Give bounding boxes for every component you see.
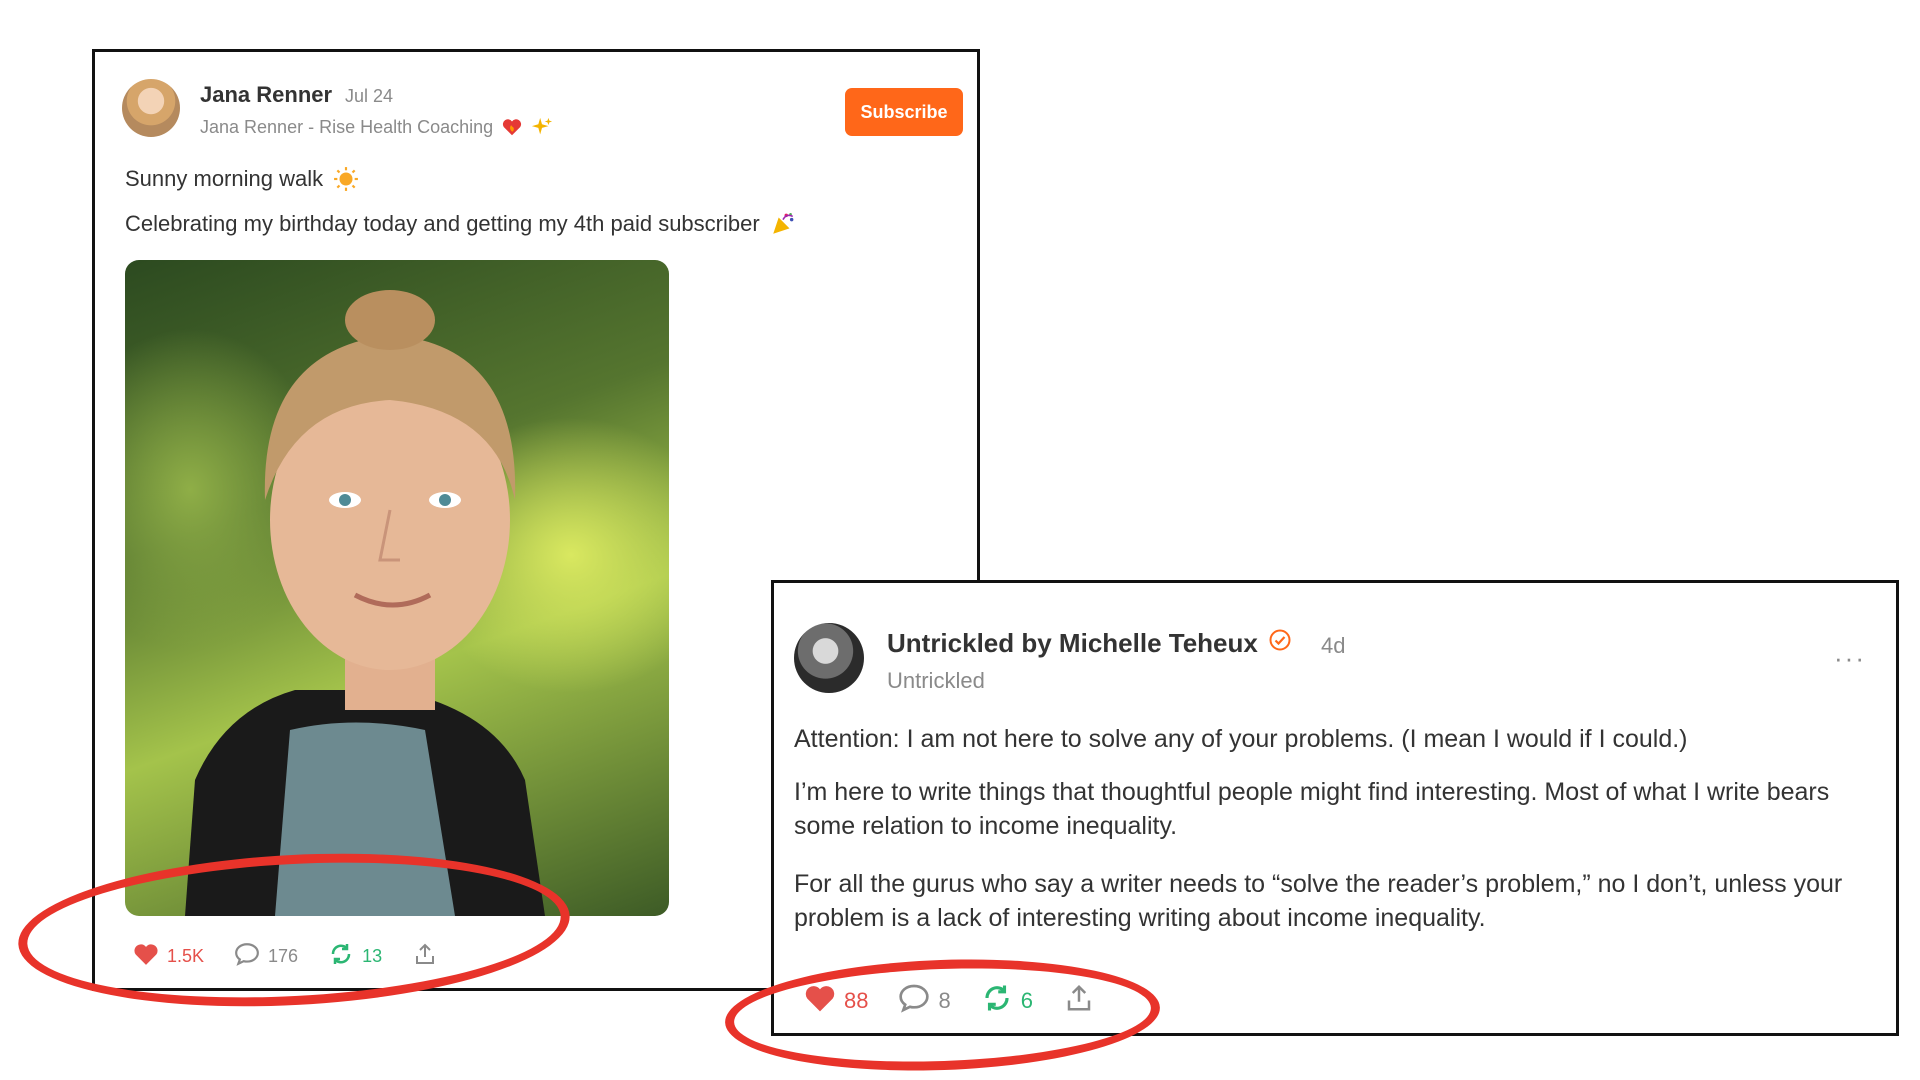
post-photo[interactable] [125, 260, 669, 916]
sun-icon [333, 166, 359, 192]
verified-icon [1268, 628, 1292, 659]
avatar[interactable] [794, 623, 864, 693]
more-options-button[interactable]: ··· [1834, 643, 1866, 674]
post-date[interactable]: Jul 24 [345, 86, 393, 107]
post-paragraph-2: I’m here to write things that thoughtful… [794, 778, 1830, 840]
author-name-row: Untrickled by Michelle Teheux [887, 628, 1292, 659]
publication-name: Untrickled [887, 668, 985, 693]
post-paragraph-1: Attention: I am not here to solve any of… [794, 725, 1688, 753]
publication-name: Jana Renner - Rise Health Coaching [200, 116, 553, 138]
sparkles-icon [531, 116, 553, 138]
post-paragraph-3: For all the gurus who say a writer needs… [794, 870, 1843, 932]
heart-fire-icon [501, 116, 523, 138]
post-text-line-2: Celebrating my birthday today and gettin… [125, 210, 796, 239]
subscribe-button[interactable]: Subscribe [845, 88, 963, 136]
author-name[interactable]: Jana Renner [200, 82, 332, 108]
party-icon [770, 211, 796, 237]
publication-label: Jana Renner - Rise Health Coaching [200, 116, 494, 137]
post-text: Celebrating my birthday today and gettin… [125, 211, 760, 236]
post-text: Sunny morning walk [125, 166, 324, 191]
post-date[interactable]: 4d [1321, 633, 1345, 659]
post-text-line-1: Sunny morning walk [125, 165, 359, 194]
avatar[interactable] [122, 79, 180, 137]
author-name[interactable]: Untrickled by Michelle Teheux [887, 628, 1258, 659]
